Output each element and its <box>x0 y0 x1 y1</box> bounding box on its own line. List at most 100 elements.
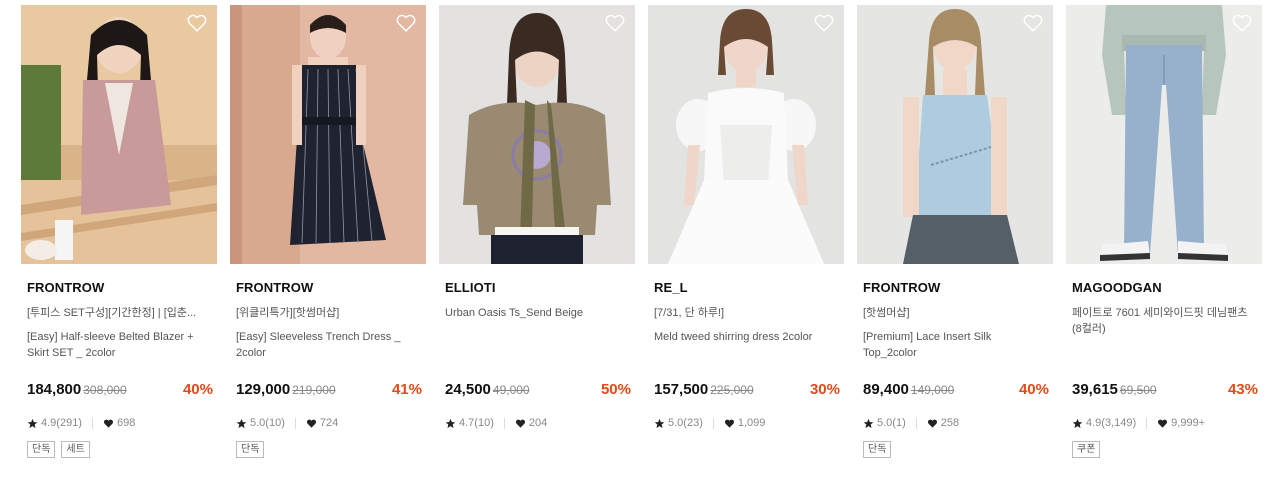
tag-badge: 단독 <box>863 441 892 458</box>
product-name[interactable]: Meld tweed shirring dress 2color <box>654 329 839 361</box>
product-name[interactable]: Urban Oasis Ts_Send Beige <box>445 305 630 353</box>
sale-price: 89,400 <box>863 381 909 398</box>
tag-list: 쿠폰 <box>1072 441 1101 458</box>
divider <box>1146 417 1148 429</box>
product-image[interactable] <box>21 5 217 264</box>
sale-price: 39,615 <box>1072 381 1118 398</box>
product-name[interactable]: 페이트로 7601 세미와이드핏 데님팬츠 (8컬러) <box>1072 305 1257 353</box>
rating-text: 4.9(291) <box>41 417 82 429</box>
star-icon <box>445 418 456 428</box>
wishlist-heart-icon[interactable] <box>186 12 208 34</box>
tag-badge: 단독 <box>27 441 56 458</box>
tag-list: 단독 세트 <box>27 441 90 458</box>
heart-filled-icon <box>306 419 316 428</box>
wishlist-heart-icon[interactable] <box>1231 12 1253 34</box>
original-price: 49,000 <box>492 383 530 397</box>
divider <box>294 417 296 429</box>
sale-price: 184,800 <box>27 381 82 398</box>
heart-filled-icon <box>103 419 113 428</box>
divider <box>503 417 505 429</box>
product-image[interactable] <box>648 5 844 264</box>
star-icon <box>654 418 665 428</box>
rating-text: 5.0(10) <box>250 417 285 429</box>
rating-text: 5.0(23) <box>668 417 703 429</box>
original-price: 225,000 <box>710 383 754 397</box>
star-icon <box>863 418 874 428</box>
discount-rate: 40% <box>182 381 213 398</box>
likes-count: 1,099 <box>737 417 766 429</box>
rating-text: 5.0(1) <box>877 417 906 429</box>
product-image[interactable] <box>857 5 1053 264</box>
wishlist-heart-icon[interactable] <box>813 12 835 34</box>
product-stats: 4.7(10) 204 <box>445 416 547 430</box>
product-stats: 4.9(3,149) 9,999+ <box>1072 416 1205 430</box>
wishlist-heart-icon[interactable] <box>604 12 626 34</box>
brand-name[interactable]: MAGOODGAN <box>1072 280 1257 297</box>
brand-name[interactable]: FRONTROW <box>863 280 1048 297</box>
product-name[interactable]: [Easy] Sleeveless Trench Dress _ 2color <box>236 329 421 361</box>
product-card[interactable]: FRONTROW [투피스 SET구성][기간한정] | [입춘... [Eas… <box>21 5 217 475</box>
product-name[interactable]: [Easy] Half-sleeve Belted Blazer + Skirt… <box>27 329 212 361</box>
tag-list: 단독 <box>236 441 265 458</box>
product-image[interactable] <box>1066 5 1262 264</box>
star-icon <box>27 418 38 428</box>
likes-count: 724 <box>319 417 339 429</box>
divider <box>915 417 917 429</box>
likes-count: 9,999+ <box>1171 417 1206 429</box>
promo-text: [투피스 SET구성][기간한정] | [입춘... <box>27 307 197 319</box>
tag-badge: 세트 <box>61 441 90 458</box>
product-card[interactable]: RE_L [7/31, 단 하루!] Meld tweed shirring d… <box>648 5 844 475</box>
promo-text: [7/31, 단 하루!] <box>654 307 725 319</box>
product-card[interactable]: FRONTROW [위클리특가][핫썸머샵] [Easy] Sleeveless… <box>230 5 426 475</box>
brand-name[interactable]: FRONTROW <box>236 280 421 297</box>
original-price: 69,500 <box>1119 383 1157 397</box>
original-price: 219,000 <box>292 383 336 397</box>
tag-badge: 단독 <box>236 441 265 458</box>
divider <box>712 417 714 429</box>
product-image[interactable] <box>230 5 426 264</box>
tag-list: 단독 <box>863 441 892 458</box>
discount-rate: 50% <box>600 381 631 398</box>
original-price: 149,000 <box>910 383 955 397</box>
tag-badge: 쿠폰 <box>1072 441 1101 458</box>
discount-rate: 40% <box>1018 381 1049 398</box>
discount-rate: 41% <box>391 381 422 398</box>
discount-rate: 30% <box>809 381 840 398</box>
heart-filled-icon <box>927 419 937 428</box>
price-row: 89,400 149,000 40% <box>863 381 1049 401</box>
heart-filled-icon <box>724 419 734 428</box>
star-icon <box>236 418 247 428</box>
price-row: 24,500 49,000 50% <box>445 381 631 401</box>
wishlist-heart-icon[interactable] <box>395 12 417 34</box>
product-stats: 5.0(10) 724 <box>236 416 338 430</box>
discount-rate: 43% <box>1227 381 1258 398</box>
sale-price: 129,000 <box>236 381 291 398</box>
product-stats: 4.9(291) 698 <box>27 416 135 430</box>
heart-filled-icon <box>515 419 525 428</box>
wishlist-heart-icon[interactable] <box>1022 12 1044 34</box>
heart-filled-icon <box>1158 419 1168 428</box>
likes-count: 204 <box>528 417 548 429</box>
star-icon <box>1072 418 1083 428</box>
price-row: 39,615 69,500 43% <box>1072 381 1258 401</box>
brand-name[interactable]: RE_L <box>654 280 839 297</box>
brand-name[interactable]: FRONTROW <box>27 280 212 297</box>
promo-text: [위클리특가][핫썸머샵] <box>236 307 340 319</box>
product-name[interactable]: [Premium] Lace Insert Silk Top_2color <box>863 329 1048 361</box>
product-photo <box>857 5 1053 264</box>
product-image[interactable] <box>439 5 635 264</box>
product-photo <box>21 5 217 264</box>
original-price: 308,000 <box>83 383 127 397</box>
likes-count: 698 <box>116 417 136 429</box>
product-stats: 5.0(1) 258 <box>863 416 959 430</box>
sale-price: 24,500 <box>445 381 491 398</box>
rating-text: 4.7(10) <box>459 417 494 429</box>
product-grid: FRONTROW [투피스 SET구성][기간한정] | [입춘... [Eas… <box>0 0 1267 480</box>
product-card[interactable]: ELLIOTI Urban Oasis Ts_Send Beige 24,500… <box>439 5 635 475</box>
product-card[interactable]: FRONTROW [핫썸머샵] [Premium] Lace Insert Si… <box>857 5 1053 475</box>
price-row: 129,000 219,000 41% <box>236 381 422 401</box>
product-card[interactable]: MAGOODGAN 페이트로 7601 세미와이드핏 데님팬츠 (8컬러) 39… <box>1066 5 1262 475</box>
product-photo <box>1066 5 1262 264</box>
product-photo <box>648 5 844 264</box>
brand-name[interactable]: ELLIOTI <box>445 280 630 297</box>
